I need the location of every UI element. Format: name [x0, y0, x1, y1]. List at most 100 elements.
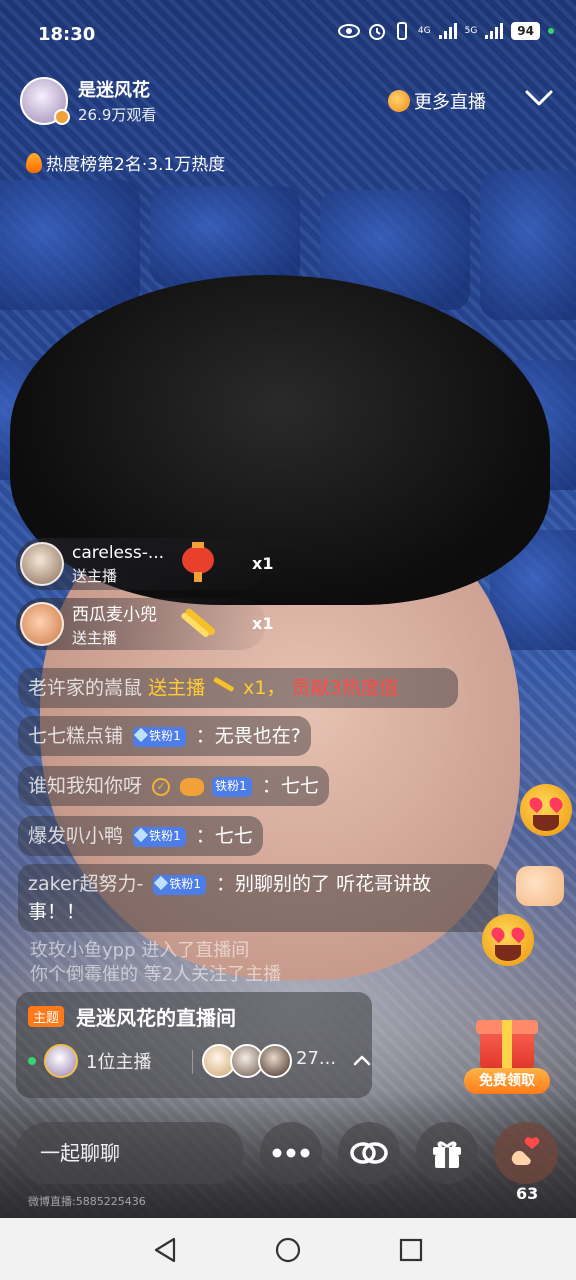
host-profile[interactable]: 是迷风花 26.9万观看	[20, 76, 156, 125]
free-gift-label: 免费领取	[464, 1068, 550, 1094]
host-count: 1位主播	[86, 1052, 152, 1073]
enter-notice: 玫玫小鱼ypp 进入了直播间	[30, 940, 250, 961]
chat-user[interactable]: 七七糕点铺	[28, 725, 123, 747]
chat-message: 爆发叭小鸭 铁粉1 ：七七	[18, 816, 263, 856]
chat-message: zaker超努力- 铁粉1 ：别聊别的了 听花哥讲故 事！！	[18, 864, 498, 932]
room-info-card[interactable]: 主题 是迷风花的直播间 1位主播 27...	[16, 992, 372, 1098]
fan-badge: 铁粉1	[153, 874, 206, 895]
gifter-avatar	[20, 602, 64, 646]
back-icon[interactable]	[150, 1235, 180, 1265]
diamond-icon	[133, 827, 149, 842]
gift-count: x1	[252, 614, 274, 633]
fan-badge-label: 铁粉1	[149, 828, 181, 843]
host-mini-avatar	[44, 1044, 78, 1078]
network-label: 4G	[417, 26, 431, 36]
chat-text-continued: 事！！	[28, 901, 86, 923]
foam-panel	[0, 180, 140, 310]
gift-button[interactable]	[416, 1122, 478, 1184]
signal-icon	[438, 23, 457, 39]
topic-tag: 主题	[28, 1006, 65, 1027]
status-icons: 4G 5G 94	[337, 22, 554, 40]
link-mic-button[interactable]	[338, 1122, 400, 1184]
divider	[192, 1050, 193, 1074]
diamond-icon	[154, 875, 169, 890]
fan-badge-label: 铁粉1	[149, 728, 181, 743]
foam-panel	[150, 186, 300, 286]
more-live-button[interactable]: 更多直播	[388, 88, 486, 114]
vibrate-icon	[396, 22, 407, 40]
chat-message: 谁知我知你呀 ✓ 铁粉1 ：七七	[18, 766, 329, 806]
chat-message: 七七糕点铺 铁粉1 ：无畏也在?	[18, 716, 311, 756]
status-bar: 18:30 4G 5G 94	[0, 0, 576, 70]
fan-badge: 铁粉1	[212, 776, 252, 797]
alarm-icon	[368, 24, 385, 40]
status-time: 18:30	[38, 24, 96, 45]
glowstick-icon	[213, 677, 234, 692]
chevron-down-icon[interactable]	[524, 86, 554, 110]
recents-icon[interactable]	[396, 1235, 426, 1265]
battery-indicator: 94	[511, 22, 540, 40]
link-icon	[350, 1142, 388, 1164]
heat-rank-label: 热度榜第2名·3.1万热度	[46, 155, 226, 175]
chevron-up-icon[interactable]	[352, 1052, 372, 1068]
home-icon[interactable]	[273, 1235, 303, 1265]
system-nav-bar	[0, 1218, 576, 1280]
gift-icon	[433, 1141, 461, 1168]
gift-action: 送主播	[72, 566, 118, 585]
diamond-icon	[133, 727, 149, 742]
thumbs-up-hand-icon	[516, 866, 564, 906]
privacy-dot	[548, 28, 554, 34]
viewer-avatars[interactable]	[202, 1044, 292, 1078]
heart-hand-icon	[511, 1137, 540, 1165]
network-label: 5G	[464, 26, 478, 36]
heart-eyes-emoji-icon	[482, 914, 534, 966]
chat-text: ：别聊别的了 听花哥讲故	[216, 873, 432, 895]
host-avatar[interactable]	[20, 76, 70, 125]
eye-icon	[337, 24, 360, 38]
gift-box-icon	[476, 1020, 538, 1070]
more-button[interactable]	[260, 1122, 322, 1184]
signal-icon	[485, 23, 504, 39]
like-count: 63	[516, 1184, 539, 1203]
heat-rank[interactable]: 热度榜第2名·3.1万热度	[26, 150, 225, 175]
gift-notification[interactable]: 西瓜麦小兜 送主播 x1	[16, 598, 273, 650]
chat-user[interactable]: 老许家的嵩鼠	[28, 677, 142, 699]
host-chip[interactable]: 1位主播	[28, 1044, 151, 1078]
room-title: 是迷风花的直播间	[76, 1006, 236, 1030]
chat-gift-row: 老许家的嵩鼠 送主播 x1， 贡献3热度值	[18, 668, 458, 708]
more-dots-icon	[272, 1148, 310, 1158]
like-button[interactable]	[494, 1122, 558, 1184]
watermark: 微博直播:5885225436	[28, 1195, 146, 1208]
chat-gift-count: x1，	[243, 677, 286, 699]
free-gift-promo[interactable]: 免费领取	[462, 1018, 554, 1098]
host-viewers: 26.9万观看	[78, 106, 157, 124]
fan-badge-label: 铁粉1	[169, 876, 201, 891]
follow-notice: 你个倒霉催的 等2人关注了主播	[30, 964, 282, 985]
fan-badge-label: 铁粉1	[215, 778, 247, 793]
gifter-name: careless-...	[72, 542, 165, 563]
planet-icon	[388, 90, 410, 112]
check-badge-icon: ✓	[152, 777, 171, 796]
heart-eyes-emoji-icon	[520, 784, 572, 836]
chat-heat-text: 贡献3热度值	[291, 677, 399, 699]
chat-input[interactable]: 一起聊聊	[16, 1122, 244, 1184]
chat-user[interactable]: zaker超努力-	[28, 873, 143, 895]
flame-icon	[26, 152, 42, 173]
live-dot-icon	[28, 1057, 36, 1065]
viewer-avatar	[258, 1044, 292, 1078]
verified-badge	[54, 108, 70, 125]
lantern-gift-icon	[182, 542, 214, 582]
gift-action: 送主播	[72, 629, 118, 647]
fan-badge: 铁粉1	[133, 726, 186, 747]
foam-panel	[480, 170, 576, 320]
chat-text: ：七七	[195, 825, 253, 847]
chat-user[interactable]: 爆发叭小鸭	[28, 825, 123, 847]
gifter-avatar	[20, 542, 64, 586]
room-viewer-count: 27...	[296, 1048, 337, 1069]
gift-notification[interactable]: careless-... 送主播 x1	[16, 538, 273, 590]
chat-user[interactable]: 谁知我知你呀	[28, 775, 142, 797]
chat-gift-text: 送主播	[148, 677, 206, 699]
host-name: 是迷风花	[78, 80, 150, 101]
glowstick-gift-icon	[181, 608, 216, 637]
gifter-name: 西瓜麦小兜	[72, 605, 157, 625]
